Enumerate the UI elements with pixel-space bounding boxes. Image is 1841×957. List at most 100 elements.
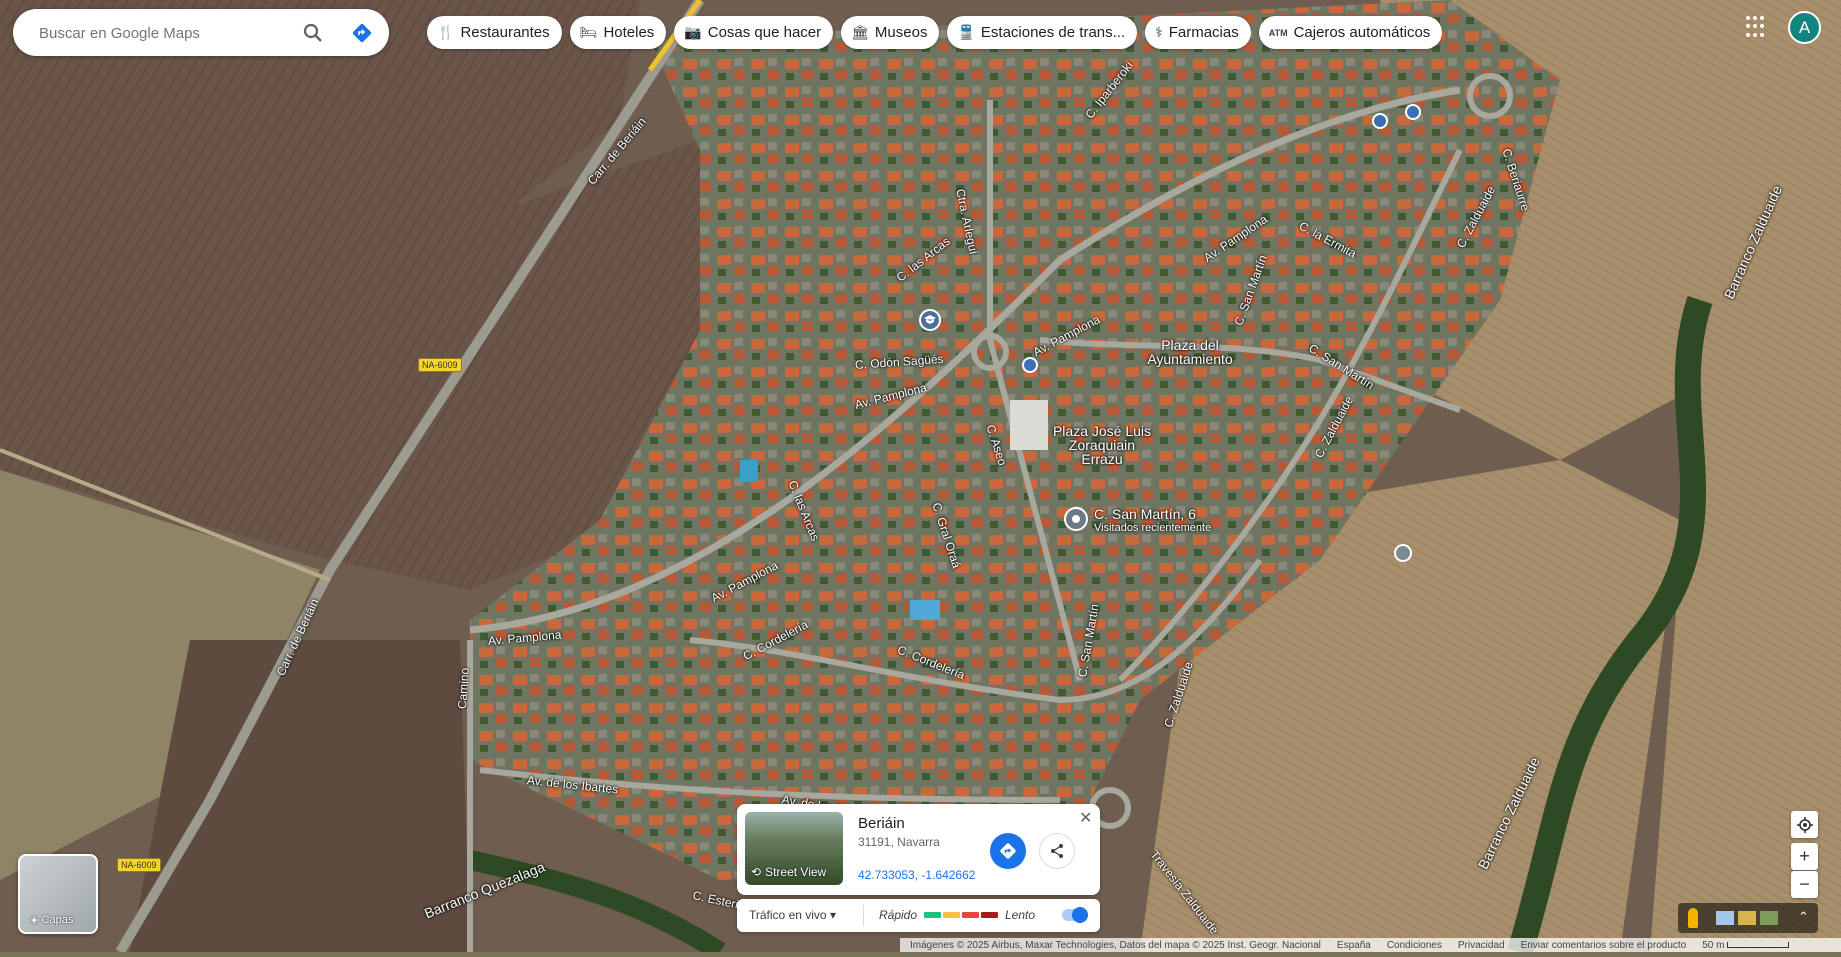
chip-label: Farmacias <box>1168 24 1239 41</box>
apps-dot <box>1760 32 1764 37</box>
traffic-legend-swatch <box>924 912 941 918</box>
search-button[interactable] <box>299 19 327 47</box>
chip-hotels[interactable]: 🛏 Hoteles <box>569 16 667 49</box>
category-chips: 🍴 Restaurantes 🛏 Hoteles 📷 Cosas que hacer … <box>427 16 1443 49</box>
chip-label: Cajeros automáticos <box>1293 24 1431 41</box>
bus-stop-pin[interactable] <box>1022 357 1038 373</box>
place-address: 31191, Navarra <box>858 835 940 849</box>
chip-label: Restaurantes <box>460 24 550 41</box>
zoom-out-button[interactable]: − <box>1791 871 1818 898</box>
directions-button[interactable] <box>348 19 376 47</box>
apps-dot <box>1753 24 1757 29</box>
school-icon <box>924 315 936 324</box>
museum-icon: 🏛 <box>851 24 869 40</box>
chip-atms[interactable]: ATM Cajeros automáticos <box>1258 16 1443 49</box>
attribution-text: Imágenes © 2025 Airbus, Maxar Technologi… <box>910 939 1321 951</box>
layers-button[interactable]: ◈ Capas <box>18 854 98 934</box>
traffic-layer-dropdown[interactable]: Tráfico en vivo ▾ <box>749 908 836 922</box>
divider <box>863 905 864 926</box>
traffic-fast-label: Rápido <box>879 908 918 922</box>
chip-label: Museos <box>874 24 928 41</box>
account-avatar[interactable]: A <box>1788 11 1821 44</box>
traffic-toggle[interactable] <box>1062 907 1088 923</box>
traffic-bar: Tráfico en vivo ▾ Rápido Lento <box>737 899 1100 932</box>
traffic-legend-swatch <box>943 912 960 918</box>
traffic-layer-label: Tráfico en vivo <box>749 908 827 922</box>
minus-icon: − <box>1799 874 1810 894</box>
country-link[interactable]: España <box>1337 940 1371 951</box>
toggle-knob <box>1072 907 1088 923</box>
recent-location-subtitle: Visitados recientemente <box>1094 522 1212 534</box>
place-name[interactable]: Beriáin <box>858 815 905 832</box>
search-box <box>13 9 389 56</box>
poi-label: Plaza del Ayuntamiento <box>1147 337 1233 367</box>
apps-dot <box>1760 16 1764 20</box>
camera-icon: 📷 <box>684 24 702 40</box>
traffic-legend-swatch <box>962 912 979 918</box>
chip-label: Cosas que hacer <box>707 24 822 41</box>
crosshair-icon <box>1796 816 1813 833</box>
privacy-link[interactable]: Privacidad <box>1458 940 1505 951</box>
share-icon <box>1051 844 1063 858</box>
layers-label: Capas <box>41 914 74 926</box>
zoom-in-button[interactable]: + <box>1791 843 1818 870</box>
map-footer: Imágenes © 2025 Airbus, Maxar Technologi… <box>900 938 1841 952</box>
map-type-thumbnail[interactable] <box>1760 911 1778 925</box>
share-button[interactable] <box>1039 833 1075 869</box>
map-type-thumbnail[interactable] <box>1716 911 1734 925</box>
chevron-down-icon: ▾ <box>829 908 836 922</box>
apps-dot <box>1746 24 1750 29</box>
recent-location-pin[interactable] <box>1064 507 1088 531</box>
traffic-legend <box>924 912 998 918</box>
bus-stop-pin[interactable] <box>1372 113 1388 129</box>
scale-label: 50 m <box>1702 939 1725 951</box>
road-shield: NA-6009 <box>418 358 462 372</box>
terms-link[interactable]: Condiciones <box>1387 940 1442 951</box>
search-input[interactable] <box>37 21 291 45</box>
road-shield: NA-6009 <box>117 858 161 872</box>
search-icon <box>303 23 322 42</box>
apps-dot <box>1746 16 1750 20</box>
chip-pharmacies[interactable]: ⚕ Farmacias <box>1145 16 1251 49</box>
chip-label: Hoteles <box>603 24 655 41</box>
traffic-legend-swatch <box>981 912 998 918</box>
directions-icon <box>352 23 372 43</box>
atm-icon: ATM <box>1268 27 1288 38</box>
street-view-label: Street View <box>765 865 827 879</box>
chip-things-to-do[interactable]: 📷 Cosas que hacer <box>674 16 834 49</box>
layers-icon: ◈ <box>30 914 39 926</box>
directions-icon <box>1000 843 1016 859</box>
pegman-icon[interactable] <box>1688 908 1698 928</box>
chip-label: Estaciones de trans... <box>980 24 1126 41</box>
transit-icon: 🚆 <box>957 24 975 40</box>
hotel-icon: 🛏 <box>579 24 598 40</box>
school-pin[interactable] <box>919 309 941 331</box>
street-view-icon: ⟲ <box>751 865 762 879</box>
plus-icon: + <box>1799 846 1810 866</box>
place-card: ⟲ Street View Beriáin 31191, Navarra 42.… <box>737 804 1100 895</box>
directions-button[interactable] <box>990 833 1026 869</box>
scale-line <box>1727 941 1790 948</box>
recent-location-title[interactable]: C. San Martín, 6 <box>1094 506 1196 522</box>
poi-label: Plaza José Luis Zoraquiain Errazu <box>1052 423 1152 467</box>
close-icon[interactable]: ✕ <box>1079 808 1092 828</box>
scale-bar[interactable]: 50 m <box>1702 939 1790 951</box>
restaurant-icon: 🍴 <box>437 24 455 40</box>
location-dot-icon <box>1072 515 1080 523</box>
expand-icon[interactable]: ⌃ <box>1798 909 1809 925</box>
place-pin[interactable] <box>1394 544 1412 562</box>
street-view-link[interactable]: ⟲ Street View <box>751 865 826 879</box>
place-coordinates[interactable]: 42.733053, -1.642662 <box>858 868 975 882</box>
traffic-slow-label: Lento <box>1005 908 1036 922</box>
google-apps-button[interactable] <box>1746 16 1768 38</box>
apps-dot <box>1760 24 1764 29</box>
feedback-link[interactable]: Enviar comentarios sobre el producto <box>1521 940 1687 951</box>
pharmacy-icon: ⚕ <box>1155 24 1163 40</box>
chip-transit[interactable]: 🚆 Estaciones de trans... <box>947 16 1138 49</box>
chip-restaurants[interactable]: 🍴 Restaurantes <box>427 16 562 49</box>
chip-museums[interactable]: 🏛 Museos <box>841 16 940 49</box>
my-location-button[interactable] <box>1791 811 1818 838</box>
bus-stop-pin[interactable] <box>1405 104 1421 120</box>
street-view-thumbnail[interactable]: ⟲ Street View <box>745 812 843 885</box>
map-type-thumbnail[interactable] <box>1738 911 1756 925</box>
